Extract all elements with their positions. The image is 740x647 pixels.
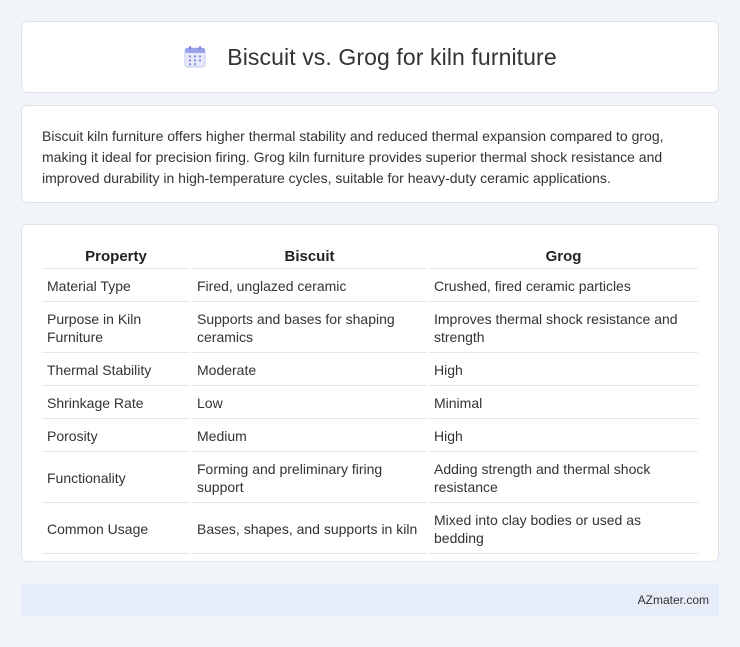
title-wrap: Biscuit vs. Grog for kiln furniture bbox=[183, 43, 557, 71]
table-cell-property: Functionality bbox=[42, 454, 190, 503]
table-row: Shrinkage Rate Low Minimal bbox=[42, 388, 698, 419]
comparison-card: Property Biscuit Grog Material Type Fire… bbox=[21, 224, 719, 562]
table-cell-biscuit: Moderate bbox=[192, 355, 427, 386]
table-cell-biscuit: Bases, shapes, and supports in kiln bbox=[192, 505, 427, 554]
title-card: Biscuit vs. Grog for kiln furniture bbox=[21, 21, 719, 93]
table-row: Purpose in Kiln Furniture Supports and b… bbox=[42, 304, 698, 353]
table-cell-biscuit: Fired, unglazed ceramic bbox=[192, 271, 427, 302]
table-cell-property: Porosity bbox=[42, 421, 190, 452]
table-cell-grog: Minimal bbox=[429, 388, 698, 419]
table-cell-property: Thermal Stability bbox=[42, 355, 190, 386]
table-cell-property: Material Type bbox=[42, 271, 190, 302]
table-row: Thermal Stability Moderate High bbox=[42, 355, 698, 386]
table-cell-property: Common Usage bbox=[42, 505, 190, 554]
table-cell-biscuit: Supports and bases for shaping ceramics bbox=[192, 304, 427, 353]
table-cell-biscuit: Forming and preliminary firing support bbox=[192, 454, 427, 503]
table-row: Common Usage Bases, shapes, and supports… bbox=[42, 505, 698, 554]
footer-site-credit: AZmater.com bbox=[637, 593, 709, 607]
table-row: Material Type Fired, unglazed ceramic Cr… bbox=[42, 271, 698, 302]
comparison-table: Property Biscuit Grog Material Type Fire… bbox=[40, 243, 700, 556]
table-row: Functionality Forming and preliminary fi… bbox=[42, 454, 698, 503]
description-text: Biscuit kiln furniture offers higher the… bbox=[42, 128, 664, 186]
table-cell-grog: Improves thermal shock resistance and st… bbox=[429, 304, 698, 353]
table-cell-property: Purpose in Kiln Furniture bbox=[42, 304, 190, 353]
calendar-icon bbox=[183, 45, 207, 69]
column-header-grog: Grog bbox=[429, 245, 698, 269]
table-cell-grog: Adding strength and thermal shock resist… bbox=[429, 454, 698, 503]
table-cell-property: Shrinkage Rate bbox=[42, 388, 190, 419]
table-cell-grog: High bbox=[429, 355, 698, 386]
table-cell-biscuit: Medium bbox=[192, 421, 427, 452]
page-title: Biscuit vs. Grog for kiln furniture bbox=[227, 43, 557, 70]
table-cell-grog: Crushed, fired ceramic particles bbox=[429, 271, 698, 302]
table-header-row: Property Biscuit Grog bbox=[42, 245, 698, 269]
table-cell-grog: Mixed into clay bodies or used as beddin… bbox=[429, 505, 698, 554]
footer-bar: AZmater.com bbox=[21, 584, 719, 616]
column-header-biscuit: Biscuit bbox=[192, 245, 427, 269]
column-header-property: Property bbox=[42, 245, 190, 269]
table-row: Porosity Medium High bbox=[42, 421, 698, 452]
description-card: Biscuit kiln furniture offers higher the… bbox=[21, 105, 719, 203]
table-cell-grog: High bbox=[429, 421, 698, 452]
table-cell-biscuit: Low bbox=[192, 388, 427, 419]
